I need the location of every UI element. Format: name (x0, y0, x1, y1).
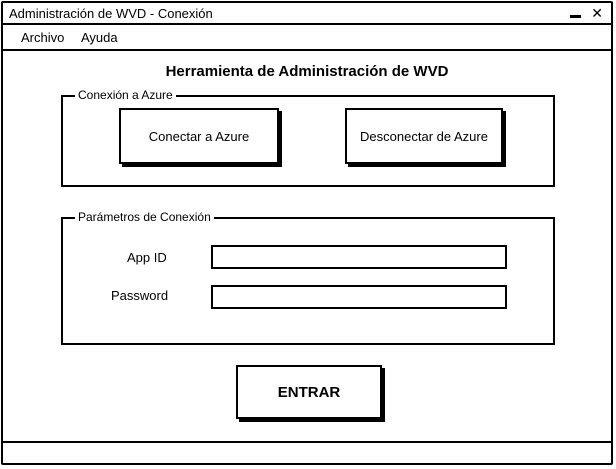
disconnect-azure-button[interactable]: Desconectar de Azure (345, 108, 503, 164)
page-title: Herramienta de Administración de WVD (165, 63, 449, 80)
azure-group-legend: Conexión a Azure (75, 88, 176, 102)
title-bar: Administración de WVD - Conexión ✕ (3, 3, 611, 25)
app-id-label: App ID (127, 250, 167, 265)
menu-bar: Archivo Ayuda (3, 25, 611, 51)
connection-params-group: Parámetros de Conexión (61, 210, 555, 345)
app-window: Administración de WVD - Conexión ✕ Archi… (1, 1, 613, 465)
password-label: Password (111, 288, 169, 303)
close-icon[interactable]: ✕ (591, 4, 603, 22)
status-bar (3, 441, 611, 463)
password-input[interactable] (211, 285, 507, 309)
app-id-input[interactable] (211, 245, 507, 269)
connect-azure-button[interactable]: Conectar a Azure (119, 108, 279, 164)
minimize-icon[interactable] (570, 3, 581, 22)
enter-button[interactable]: ENTRAR (236, 365, 382, 419)
menu-ayuda[interactable]: Ayuda (81, 30, 118, 45)
window-title: Administración de WVD - Conexión (9, 6, 213, 21)
params-group-legend: Parámetros de Conexión (75, 210, 214, 224)
menu-archivo[interactable]: Archivo (21, 30, 64, 45)
